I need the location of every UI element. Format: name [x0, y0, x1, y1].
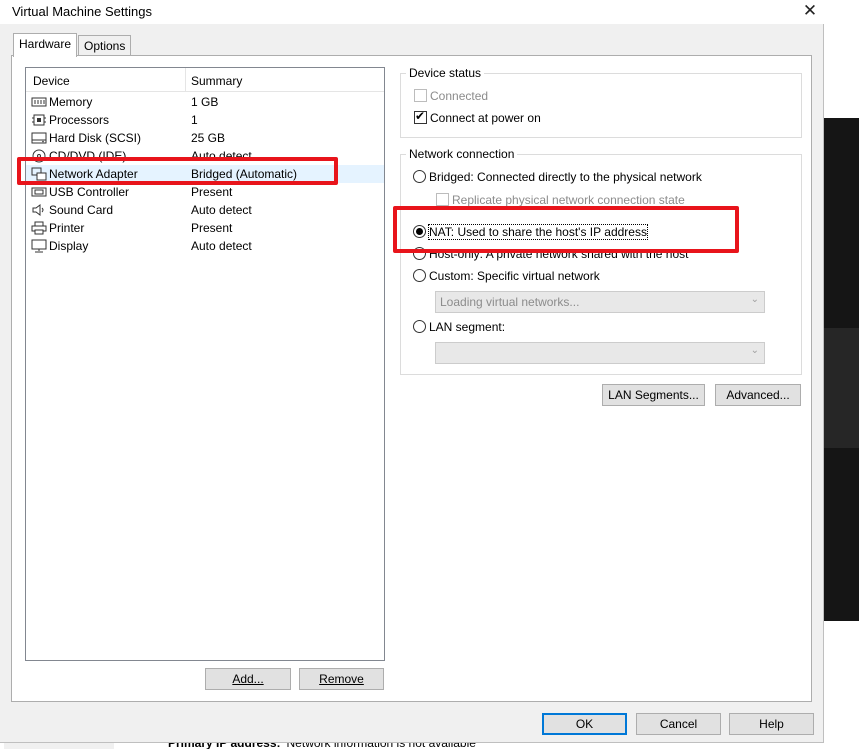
network-connection-group: Network connection Bridged: Connected di…	[400, 147, 802, 375]
add-button[interactable]: Add...	[205, 668, 291, 690]
device-name: USB Controller	[49, 185, 130, 199]
radio-circle	[413, 269, 426, 282]
device-summary: 1 GB	[191, 95, 219, 109]
tab-hardware[interactable]: Hardware	[13, 33, 78, 57]
replicate-state-checkbox: Replicate physical network connection st…	[436, 193, 685, 207]
device-row-hard-disk[interactable]: Hard Disk (SCSI) 25 GB	[26, 129, 384, 147]
chevron-down-icon: ⌄	[750, 294, 759, 305]
checkbox-box: ✔	[414, 109, 427, 124]
radio-circle	[413, 170, 426, 183]
vm-settings-dialog: Virtual Machine Settings ✕ Hardware Opti…	[0, 0, 824, 743]
custom-radio[interactable]: Custom: Specific virtual network	[413, 269, 600, 283]
memory-icon	[31, 95, 47, 109]
column-header-device[interactable]: Device	[33, 74, 70, 88]
cpu-icon	[31, 113, 47, 127]
device-status-group: Device status Connected ✔ Connect at powe…	[400, 66, 802, 138]
device-summary: Present	[191, 185, 233, 199]
window-title: Virtual Machine Settings	[12, 4, 152, 19]
device-list-header: Device Summary	[26, 68, 384, 92]
device-name: Printer	[49, 221, 85, 235]
custom-network-select: Loading virtual networks... ⌄	[435, 291, 765, 313]
connect-at-power-on-checkbox[interactable]: ✔ Connect at power on	[414, 109, 541, 125]
device-row-memory[interactable]: Memory 1 GB	[26, 93, 384, 111]
device-status-title: Device status	[406, 66, 485, 80]
device-summary: 25 GB	[191, 131, 226, 145]
device-summary: Auto detect	[191, 203, 252, 217]
advanced-button[interactable]: Advanced...	[715, 384, 801, 406]
column-header-summary[interactable]: Summary	[191, 74, 242, 88]
printer-icon	[31, 221, 47, 235]
device-summary: Present	[191, 221, 233, 235]
lan-segment-radio[interactable]: LAN segment:	[413, 320, 505, 334]
close-icon[interactable]: ✕	[796, 0, 824, 24]
radio-circle	[413, 320, 426, 333]
device-summary: 1	[191, 113, 198, 127]
cancel-button[interactable]: Cancel	[636, 713, 721, 735]
tab-options[interactable]: Options	[78, 35, 132, 56]
annotation-box-network-adapter	[17, 157, 338, 185]
usb-icon	[31, 185, 47, 199]
device-row-display[interactable]: Display Auto detect	[26, 237, 384, 255]
device-summary: Auto detect	[191, 239, 252, 253]
device-name: Sound Card	[49, 203, 114, 217]
monitor-icon	[31, 239, 47, 253]
remove-button[interactable]: Remove	[299, 668, 384, 690]
device-name: Memory	[49, 95, 93, 109]
lan-segment-select: ⌄	[435, 342, 765, 364]
annotation-box-nat-option	[393, 206, 739, 253]
device-row-printer[interactable]: Printer Present	[26, 219, 384, 237]
lan-segments-button[interactable]: LAN Segments...	[602, 384, 705, 406]
device-name: Processors	[49, 113, 110, 127]
checkbox-box	[414, 89, 427, 102]
device-row-processors[interactable]: Processors 1	[26, 111, 384, 129]
speaker-icon	[31, 203, 47, 217]
background-app-dark-panel	[824, 118, 859, 621]
hard-disk-icon	[31, 131, 47, 145]
checkbox-box	[436, 193, 449, 206]
chevron-down-icon: ⌄	[750, 345, 759, 356]
bridged-radio[interactable]: Bridged: Connected directly to the physi…	[413, 170, 702, 184]
device-name: Display	[49, 239, 89, 253]
title-bar: Virtual Machine Settings ✕	[0, 0, 824, 24]
device-name: Hard Disk (SCSI)	[49, 131, 142, 145]
device-row-sound-card[interactable]: Sound Card Auto detect	[26, 201, 384, 219]
connected-checkbox: Connected	[414, 89, 488, 103]
help-button[interactable]: Help	[729, 713, 814, 735]
device-row-usb-controller[interactable]: USB Controller Present	[26, 183, 384, 201]
ok-button[interactable]: OK	[542, 713, 627, 735]
network-connection-title: Network connection	[406, 147, 518, 161]
